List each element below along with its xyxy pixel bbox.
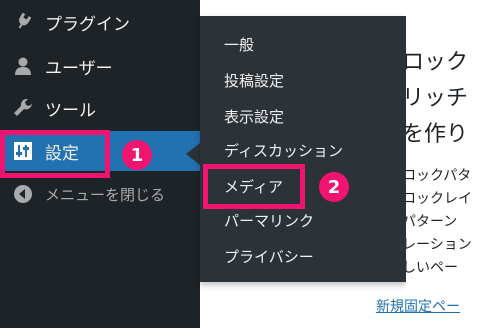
submenu-item-general[interactable]: 一般 <box>224 34 254 55</box>
sidebar-item-label: ユーザー <box>45 58 113 79</box>
body-line: レーション <box>406 237 472 253</box>
highlight-box-settings <box>0 130 110 178</box>
collapse-arrow-icon <box>12 183 34 205</box>
sidebar-item-tools[interactable]: ツール <box>0 88 200 128</box>
submenu-item-writing[interactable]: 投稿設定 <box>224 70 284 91</box>
submenu-item-privacy[interactable]: プライバシー <box>224 246 314 267</box>
new-page-link[interactable]: 新規固定ペー <box>376 296 460 316</box>
plugin-icon <box>12 11 34 33</box>
wrench-icon <box>12 97 34 119</box>
settings-submenu: 一般 投稿設定 表示設定 ディスカッション メディア パーマリンク プライバシー <box>200 16 406 282</box>
body-line: パターン <box>406 214 458 230</box>
body-line: しいペー <box>406 260 458 276</box>
sidebar-item-label: ツール <box>45 100 96 121</box>
headline-line: リッチ <box>406 86 469 111</box>
screen: プラグイン ユーザー ツール 設定 メニューを閉じる 1 一般 投稿設定 表示設… <box>0 0 480 328</box>
sidebar-item-label: プラグイン <box>45 14 130 35</box>
submenu-item-reading[interactable]: 表示設定 <box>224 106 284 127</box>
highlight-box-media <box>203 164 305 209</box>
sidebar-item-plugins[interactable]: プラグイン <box>0 2 200 42</box>
headline-line: ロック <box>406 50 469 75</box>
body-line: ロックレイ <box>406 191 472 207</box>
step-badge-1: 1 <box>122 140 152 170</box>
sidebar-item-users[interactable]: ユーザー <box>0 46 200 86</box>
step-badge-2: 2 <box>319 172 349 202</box>
user-icon <box>12 55 34 77</box>
flyout-pointer <box>186 143 200 165</box>
submenu-item-permalinks[interactable]: パーマリンク <box>224 210 314 231</box>
headline-line: を作り <box>406 122 469 147</box>
main-content: ロック リッチ を作り ロックパタ ロックレイ パターン レーション しいペー <box>406 0 480 328</box>
body-line: ロックパタ <box>406 168 472 184</box>
collapse-menu-button[interactable]: メニューを閉じる <box>0 174 200 214</box>
submenu-item-discussion[interactable]: ディスカッション <box>224 140 343 161</box>
sidebar-item-label: メニューを閉じる <box>45 185 166 204</box>
